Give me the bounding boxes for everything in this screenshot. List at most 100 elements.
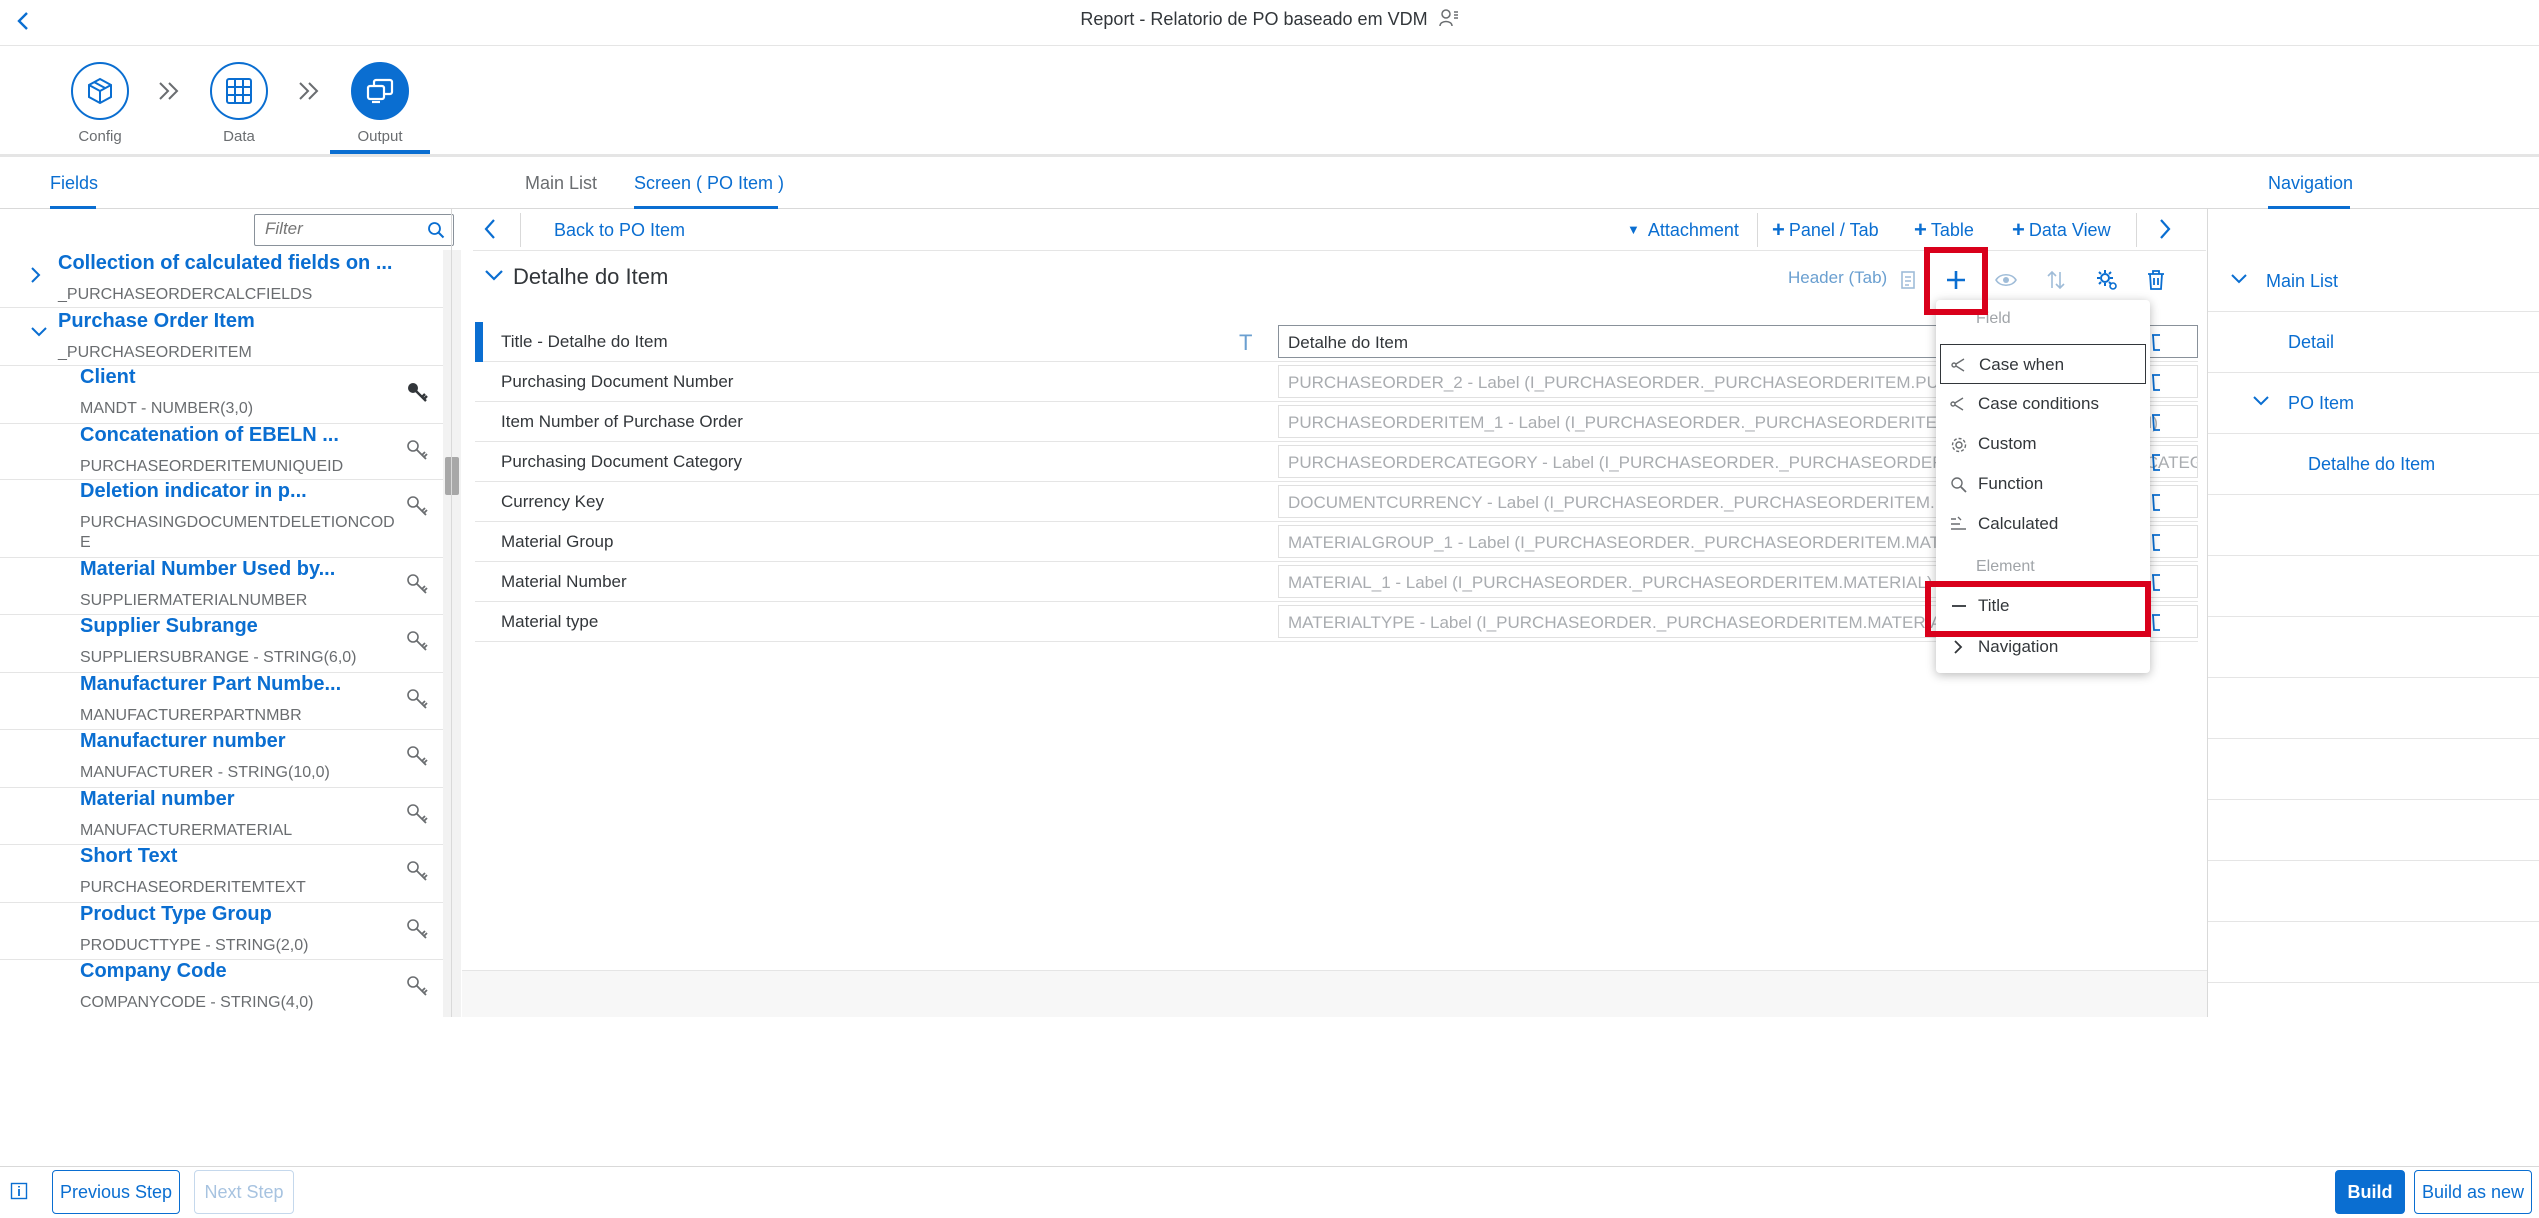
build-as-new-button[interactable]: Build as new (2414, 1170, 2532, 1214)
attachment-button[interactable]: ▼ Attachment (1627, 216, 1739, 244)
grid-icon (210, 62, 268, 120)
left-scrollbar-track[interactable] (443, 250, 461, 1017)
chevron-right-icon[interactable] (2158, 218, 2172, 240)
delete-icon[interactable] (2150, 450, 2162, 472)
menu-item-case-conditions[interactable]: Case conditions (1940, 384, 2146, 424)
eye-icon[interactable] (1988, 262, 2024, 298)
delete-icon[interactable] (2150, 610, 2162, 632)
tree-field[interactable]: Company Code COMPANYCODE - STRING(4,0) (0, 960, 443, 1017)
annotation-highlight-title-item (1925, 581, 2151, 637)
box-icon (71, 62, 129, 120)
triangle-down-icon: ▼ (1627, 222, 1640, 237)
tree-field[interactable]: Client MANDT - NUMBER(3,0) (0, 366, 443, 424)
add-panel-tab-button[interactable]: + Panel / Tab (1772, 216, 1879, 244)
chevron-down-icon[interactable] (484, 268, 504, 282)
gear-icon (1950, 436, 1968, 454)
tree-group[interactable]: Collection of calculated fields on ... _… (0, 250, 443, 308)
tab-main-list[interactable]: Main List (525, 157, 597, 209)
tree-field-subtitle: SUPPLIERSUBRANGE - STRING(6,0) (80, 649, 357, 666)
field-label: Item Number of Purchase Order (501, 412, 743, 431)
previous-step-button[interactable]: Previous Step (52, 1170, 180, 1214)
field-label: Purchasing Document Number (501, 372, 734, 391)
wizard-step-config[interactable]: Config (40, 62, 160, 152)
left-scrollbar-thumb[interactable] (445, 457, 459, 495)
menu-item-calculated[interactable]: Calculated (1940, 504, 2146, 544)
nav-empty-row (2208, 922, 2539, 983)
menu-item-case-when[interactable]: Case when (1940, 344, 2146, 384)
tree-group-subtitle: _PURCHASEORDERITEM (58, 344, 252, 361)
tree-field[interactable]: Material Number Used by... SUPPLIERMATER… (0, 558, 443, 615)
tab-screen-po-item[interactable]: Screen ( PO Item ) (634, 157, 784, 209)
person-settings-icon[interactable] (1438, 9, 1459, 27)
text-type-icon[interactable]: T (1239, 330, 1252, 356)
tree-field[interactable]: Material number MANUFACTURERMATERIAL (0, 788, 443, 845)
tree-field[interactable]: Supplier Subrange SUPPLIERSUBRANGE - STR… (0, 615, 443, 673)
menu-item-custom[interactable]: Custom (1940, 424, 2146, 464)
tree-field[interactable]: Manufacturer number MANUFACTURER - STRIN… (0, 730, 443, 788)
wizard-step-output[interactable]: Output (320, 62, 440, 152)
chevron-down-icon[interactable] (2230, 273, 2248, 285)
nav-item-main-list[interactable]: Main List (2208, 251, 2539, 312)
toolbar-separator (1757, 213, 1758, 247)
tab-bar (0, 157, 2539, 209)
tree-field[interactable]: Manufacturer Part Numbe... MANUFACTURERP… (0, 673, 443, 730)
key-icon (405, 380, 429, 404)
add-table-button[interactable]: + Table (1914, 216, 1974, 244)
menu-item-function[interactable]: Function (1940, 464, 2146, 504)
search-icon[interactable] (427, 221, 445, 239)
delete-icon[interactable] (2150, 490, 2162, 512)
chevron-down-icon[interactable] (30, 326, 48, 338)
filter-field[interactable] (254, 214, 454, 246)
nav-item-po-item[interactable]: PO Item (2208, 373, 2539, 434)
tab-fields[interactable]: Fields (50, 157, 98, 209)
nav-item-detail[interactable]: Detail (2208, 312, 2539, 373)
tree-group[interactable]: Purchase Order Item _PURCHASEORDERITEM (0, 308, 443, 366)
chevron-down-icon[interactable] (2252, 395, 2270, 407)
filter-input[interactable] (265, 215, 415, 243)
annotation-highlight-add-button (1924, 247, 1988, 315)
tree-field[interactable]: Short Text PURCHASEORDERITEMTEXT (0, 845, 443, 903)
chevron-right-icon (1950, 639, 1966, 655)
tree-field-title: Manufacturer Part Numbe... (80, 673, 342, 695)
tree-field[interactable]: Deletion indicator in p... PURCHASINGDOC… (0, 480, 443, 558)
tree-field-subtitle: MANUFACTURER - STRING(10,0) (80, 764, 330, 781)
field-label: Material Number (501, 572, 627, 591)
back-to-po-item-button[interactable]: Back to PO Item (554, 216, 685, 244)
nav-item-detalhe-do-item[interactable]: Detalhe do Item (2208, 434, 2539, 495)
screen-editor-footer (462, 970, 2207, 1017)
info-icon[interactable] (10, 1182, 28, 1200)
delete-icon[interactable] (2150, 370, 2162, 392)
delete-icon[interactable] (2150, 330, 2162, 352)
tree-field[interactable]: Concatenation of EBELN ... PURCHASEORDER… (0, 424, 443, 480)
chevron-left-icon[interactable] (483, 218, 497, 240)
document-icon[interactable] (1890, 262, 1926, 298)
add-data-view-button[interactable]: + Data View (2012, 216, 2111, 244)
header-tab-label: Header (Tab) (1788, 268, 1888, 287)
left-panel-divider (451, 209, 452, 1017)
next-step-button[interactable]: Next Step (194, 1170, 294, 1214)
chevron-right-icon[interactable] (30, 266, 42, 284)
menu-item-label: Calculated (1978, 514, 2059, 533)
tab-navigation[interactable]: Navigation (2268, 157, 2353, 209)
delete-icon[interactable] (2150, 570, 2162, 592)
nav-item-label: Main List (2266, 271, 2339, 291)
plus-icon: + (1914, 217, 1927, 242)
settings-icon[interactable] (2089, 262, 2125, 298)
tree-field-title: Product Type Group (80, 903, 272, 925)
page-title-text: Report - Relatorio de PO baseado em VDM (1080, 9, 1428, 29)
tree-field-subtitle: COMPANYCODE - STRING(4,0) (80, 994, 314, 1011)
wizard-step-data[interactable]: Data (179, 62, 299, 152)
field-label: Purchasing Document Category (501, 452, 742, 471)
delete-icon[interactable] (2150, 410, 2162, 432)
key-icon (405, 974, 429, 998)
delete-icon[interactable] (2138, 262, 2174, 298)
delete-icon[interactable] (2150, 530, 2162, 552)
tree-field-title: Material number (80, 788, 235, 810)
toolbar-separator (520, 213, 521, 247)
tree-field[interactable]: Product Type Group PRODUCTTYPE - STRING(… (0, 903, 443, 960)
sort-icon[interactable] (2038, 262, 2074, 298)
build-button[interactable]: Build (2335, 1170, 2405, 1214)
tree-field-subtitle: PRODUCTTYPE - STRING(2,0) (80, 937, 309, 954)
plus-icon: + (1772, 217, 1785, 242)
menu-item-label: Function (1978, 474, 2044, 493)
